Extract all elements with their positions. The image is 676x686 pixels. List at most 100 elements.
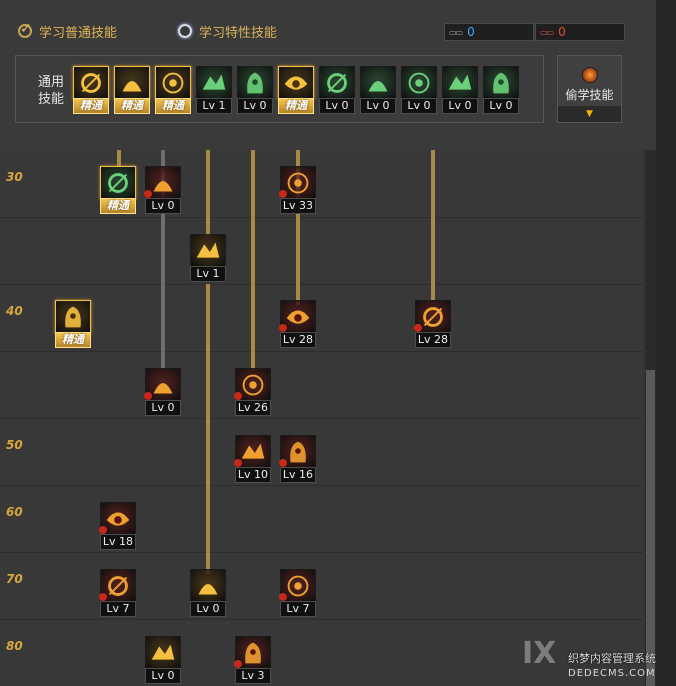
skill-slot[interactable]: 精通	[155, 66, 193, 114]
skill-slot[interactable]: 精通	[114, 66, 152, 114]
skill-book-blue-icon: ▭▭	[449, 27, 463, 37]
flame-badge-icon	[414, 324, 422, 332]
skill-slot[interactable]: Lv 0	[442, 66, 480, 114]
tab-normal-skills[interactable]: ✓ 学习普通技能	[18, 20, 117, 42]
skill-tree: 30 40 50 60 70 80 精通 Lv 0 Lv 33 Lv 1 精通 Lv 28…	[0, 150, 643, 686]
flame-badge-icon	[144, 190, 152, 198]
skill-tree-scrollbar[interactable]	[645, 150, 656, 686]
skill-level-label: 精通	[55, 332, 91, 348]
skill-slot[interactable]: Lv 0	[360, 66, 398, 114]
runner-icon	[73, 66, 109, 100]
skill-connector-line	[251, 150, 255, 370]
skill-slot[interactable]: Lv 0	[401, 66, 439, 114]
skill-slot[interactable]: Lv 10	[234, 435, 273, 483]
steal-skills-button[interactable]: 偷学技能 ▼	[557, 55, 622, 123]
skill-level-label: Lv 0	[190, 601, 226, 617]
skill-slot[interactable]: 精通	[73, 66, 111, 114]
skill-slot[interactable]: Lv 3	[234, 636, 273, 684]
skill-slot[interactable]: Lv 0	[144, 368, 183, 416]
skill-slot[interactable]: Lv 0	[237, 66, 275, 114]
skill-level-label: Lv 0	[442, 98, 478, 114]
window-edge	[656, 0, 676, 686]
skill-slot[interactable]: Lv 18	[99, 502, 138, 550]
shield-figure-icon	[483, 66, 519, 100]
skill-slot[interactable]: Lv 0	[483, 66, 521, 114]
skill-level-label: Lv 26	[235, 400, 271, 416]
skill-slot[interactable]: Lv 7	[99, 569, 138, 617]
skill-slot[interactable]: 精通	[55, 300, 93, 348]
general-skills-label: 通用 技能	[36, 74, 66, 108]
checkmark-icon: ✓	[20, 21, 32, 37]
skill-slot[interactable]: Lv 1	[196, 66, 234, 114]
tab-label: 学习特性技能	[199, 25, 278, 41]
skill-slot[interactable]: Lv 16	[279, 435, 318, 483]
skill-level-label: Lv 1	[190, 266, 226, 282]
flame-badge-icon	[234, 660, 242, 668]
skill-level-label: Lv 0	[401, 98, 437, 114]
skill-level-label: 精通	[100, 198, 136, 214]
skill-point-counter-red: ▭▭ 0	[535, 23, 625, 41]
watermark: IX 织梦内容管理系统 DEDECMS.COM	[520, 630, 676, 686]
net-icon	[100, 166, 136, 200]
chevron-down-icon[interactable]: ▼	[558, 106, 621, 122]
radio-icon	[178, 24, 192, 38]
tab-trait-skills[interactable]: 学习特性技能	[178, 20, 277, 42]
skill-level-label: Lv 28	[280, 332, 316, 348]
row-divider	[0, 351, 643, 352]
skill-level-label: 精通	[114, 98, 150, 114]
skill-connector-line	[431, 150, 435, 300]
skill-slot[interactable]: 精通	[278, 66, 316, 114]
row-divider	[0, 217, 643, 218]
skill-slot[interactable]: Lv 7	[279, 569, 318, 617]
row-divider	[0, 284, 643, 285]
skill-level-label: Lv 16	[280, 467, 316, 483]
skill-slot[interactable]: Lv 1	[190, 234, 228, 282]
flame-badge-icon	[144, 392, 152, 400]
skill-level-label: Lv 1	[196, 98, 232, 114]
skill-level-label: Lv 0	[483, 98, 519, 114]
watermark-text: 织梦内容管理系统	[568, 652, 656, 665]
skill-level-label: Lv 7	[100, 601, 136, 617]
skill-level-label: Lv 28	[415, 332, 451, 348]
skill-point-counter-blue: ▭▭ 0	[444, 23, 534, 41]
skill-slot[interactable]: Lv 28	[414, 300, 453, 348]
lion-icon	[190, 569, 226, 603]
claw-strike-icon	[55, 300, 91, 334]
label-line-2: 技能	[37, 92, 64, 107]
skill-slot[interactable]: Lv 33	[279, 166, 318, 214]
target-burst-icon	[278, 66, 314, 100]
skill-slot[interactable]: Lv 0	[319, 66, 357, 114]
tab-label: 学习普通技能	[39, 25, 118, 41]
label-line-1: 通用	[37, 75, 64, 90]
skill-level-label: Lv 0	[145, 668, 181, 684]
leap-icon	[319, 66, 355, 100]
flame-badge-icon	[234, 459, 242, 467]
skill-level-label: 精通	[278, 98, 314, 114]
target-icon	[237, 66, 273, 100]
skill-level-label: Lv 0	[360, 98, 396, 114]
sprint-icon	[114, 66, 150, 100]
row-divider	[0, 485, 643, 486]
flame-badge-icon	[279, 459, 287, 467]
skill-slot[interactable]: Lv 26	[234, 368, 273, 416]
skill-connector-line	[206, 150, 210, 236]
watermark-logo: IX	[522, 636, 557, 671]
skill-connector-line	[117, 150, 121, 166]
skill-slot[interactable]: Lv 0	[145, 636, 183, 684]
skill-connector-line	[206, 284, 210, 574]
skill-slot[interactable]: Lv 28	[279, 300, 318, 348]
skill-level-label: 精通	[155, 98, 191, 114]
skill-book-red-icon: ▭▭	[540, 27, 554, 37]
skill-level-label: Lv 33	[280, 198, 316, 214]
skill-level-label: Lv 3	[235, 668, 271, 684]
level-requirement-label: 30	[6, 170, 23, 184]
flame-badge-icon	[99, 526, 107, 534]
fire-orb-icon	[582, 67, 598, 83]
skill-level-label: Lv 7	[280, 601, 316, 617]
row-divider	[0, 552, 643, 553]
skill-slot[interactable]: 精通	[100, 166, 138, 214]
skill-slot[interactable]: Lv 0	[144, 166, 183, 214]
wings-icon	[196, 66, 232, 100]
skill-level-label: Lv 10	[235, 467, 271, 483]
skill-slot[interactable]: Lv 0	[190, 569, 228, 617]
